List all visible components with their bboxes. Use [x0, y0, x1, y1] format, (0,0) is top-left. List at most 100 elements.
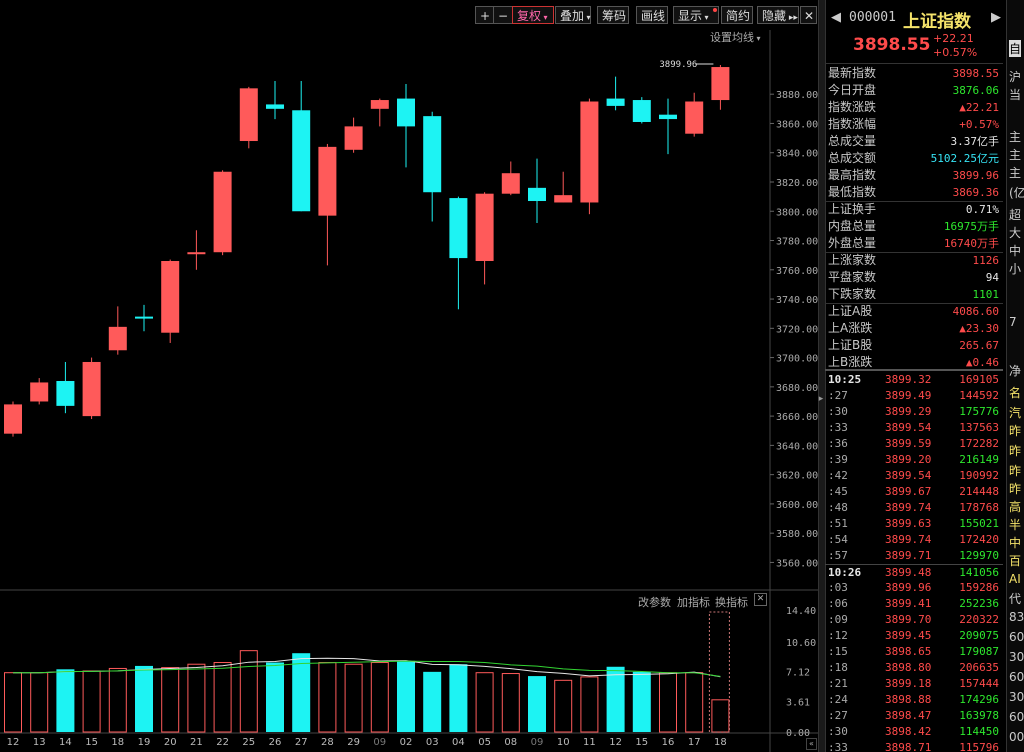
tick-price: 3899.32: [885, 373, 932, 386]
ma-settings-link[interactable]: 设置均线 ▾: [710, 29, 761, 45]
ma-settings-label: 设置均线: [710, 31, 754, 44]
tick-volume: 220322: [959, 613, 999, 626]
price-tick-label: 3660.00: [776, 412, 818, 423]
tick-volume: 172420: [959, 533, 999, 546]
zoom-out-button[interactable]: −: [493, 6, 514, 24]
candle-body: [4, 404, 22, 434]
nav-next-icon[interactable]: ▶: [991, 10, 1001, 25]
tick-time: :12: [828, 629, 848, 642]
date-label: 05: [478, 737, 491, 748]
volume-bar: [606, 666, 625, 732]
tick-time: :57: [828, 549, 848, 562]
candle-body: [108, 326, 127, 351]
date-label: 10: [557, 737, 570, 748]
tick-row: :48 3899.74 178768: [825, 500, 1003, 516]
side-panel-item: 净: [1009, 364, 1022, 378]
value: ▲22.21: [959, 101, 999, 114]
side-panel-item: 汽: [1009, 406, 1022, 420]
tick-time: :30: [828, 725, 848, 738]
tick-time: :33: [828, 741, 848, 752]
date-label: 26: [269, 737, 282, 748]
side-panel-item: 60: [1009, 670, 1024, 684]
volume-bar: [266, 662, 284, 732]
price-tick-label: 3840.00: [776, 149, 818, 160]
volume-bar: [108, 667, 127, 733]
close-indicator-icon[interactable]: ✕: [754, 593, 767, 606]
volume-bar: [659, 672, 677, 733]
tick-price: 3898.65: [885, 645, 932, 658]
volume-bar: [187, 663, 206, 733]
display-button[interactable]: 显示 ▾: [673, 6, 719, 24]
tick-row: :36 3899.59 172282: [825, 436, 1003, 452]
tick-volume: 137563: [959, 421, 999, 434]
tick-row: :12 3899.45 209075: [825, 628, 1003, 644]
date-label: 19: [138, 737, 151, 748]
tick-time: :51: [828, 517, 848, 530]
collapse-arrow-icon[interactable]: ▸: [818, 390, 824, 408]
value: +0.57%: [959, 118, 999, 131]
price-tick-label: 3560.00: [776, 558, 818, 569]
draw-line-button[interactable]: 画线: [636, 6, 668, 24]
restore-rights-button[interactable]: 复权 ▾: [512, 6, 554, 24]
tick-volume: 172282: [959, 437, 999, 450]
tick-volume: 114450: [959, 725, 999, 738]
volume-bar: [4, 672, 22, 733]
volume-tick-label: 14.40: [786, 606, 816, 617]
candle-body: [56, 380, 75, 406]
row-latest: 最新指数 3898.55: [825, 65, 1003, 82]
tick-list[interactable]: 10:25 3899.32 169105:27 3899.49 144592:30 389…: [825, 372, 1003, 752]
kline-chart[interactable]: 3880.00 3860.00 3840.00 3820.00 3800.00 3780.…: [0, 0, 818, 752]
label: 总成交量: [828, 134, 877, 148]
overlay-button[interactable]: 叠加 ▾: [555, 6, 591, 24]
tick-volume: 178768: [959, 501, 999, 514]
tick-price: 3899.20: [885, 453, 932, 466]
hide-button[interactable]: 隐藏 ▸▸: [757, 6, 799, 24]
candle-body: [449, 198, 468, 259]
candle-body: [292, 110, 311, 212]
label: 平盘家数: [828, 270, 877, 284]
price-tick-label: 3800.00: [776, 207, 818, 218]
tick-row: :30 3899.29 175776: [825, 404, 1003, 420]
add-indicator-link[interactable]: 加指标: [677, 594, 710, 610]
tick-price: 3899.48: [885, 566, 932, 579]
scroll-left-icon[interactable]: «: [806, 738, 817, 750]
price-tick-label: 3640.00: [776, 441, 818, 452]
tick-price: 3899.67: [885, 485, 932, 498]
volume-bar: [56, 669, 75, 732]
row-a-share: 上证A股 4086.60: [825, 303, 1003, 320]
display-label: 显示: [678, 9, 703, 23]
nav-prev-icon[interactable]: ◀: [831, 10, 841, 25]
row-amount: 总成交额 5102.25亿元: [825, 150, 1003, 167]
candle-body: [685, 101, 704, 134]
date-label: 09: [373, 737, 386, 748]
tick-row: :54 3899.74 172420: [825, 532, 1003, 548]
side-panel-item: 30: [1009, 650, 1024, 664]
tick-volume: 174296: [959, 693, 999, 706]
value: 3869.36: [952, 186, 999, 199]
side-panel-item: 超: [1009, 208, 1022, 222]
chevron-down-icon: ▾: [754, 34, 761, 43]
close-icon[interactable]: ✕: [800, 6, 817, 24]
tick-price: 3899.96: [885, 581, 932, 594]
value: 0.71%: [965, 203, 999, 216]
tick-volume: 159286: [959, 581, 999, 594]
tick-time: :03: [828, 581, 848, 594]
row-down-count: 下跌家数 1101: [825, 286, 1003, 303]
side-panel-item: AI: [1009, 572, 1021, 586]
side-panel-item: 中: [1009, 244, 1022, 258]
kline-chart-area[interactable]: 3880.00 3860.00 3840.00 3820.00 3800.00 3780.…: [0, 0, 818, 752]
price-tick-label: 3680.00: [776, 383, 818, 394]
high-price-annotation: 3899.96: [659, 60, 697, 70]
date-label: 02: [400, 737, 413, 748]
side-panel-item: 高: [1009, 500, 1022, 514]
candle-body: [554, 195, 573, 203]
chips-button[interactable]: 筹码: [597, 6, 629, 24]
simple-mode-button[interactable]: 简约: [721, 6, 753, 24]
side-panel-item: 中: [1009, 536, 1022, 550]
auto-button[interactable]: 自: [1009, 40, 1022, 57]
side-panel-item: 30: [1009, 690, 1024, 704]
edit-params-link[interactable]: 改参数: [638, 594, 671, 610]
label: 上A涨跌: [828, 321, 873, 335]
row-volume: 总成交量 3.37亿手: [825, 133, 1003, 150]
switch-indicator-link[interactable]: 换指标: [715, 594, 748, 610]
